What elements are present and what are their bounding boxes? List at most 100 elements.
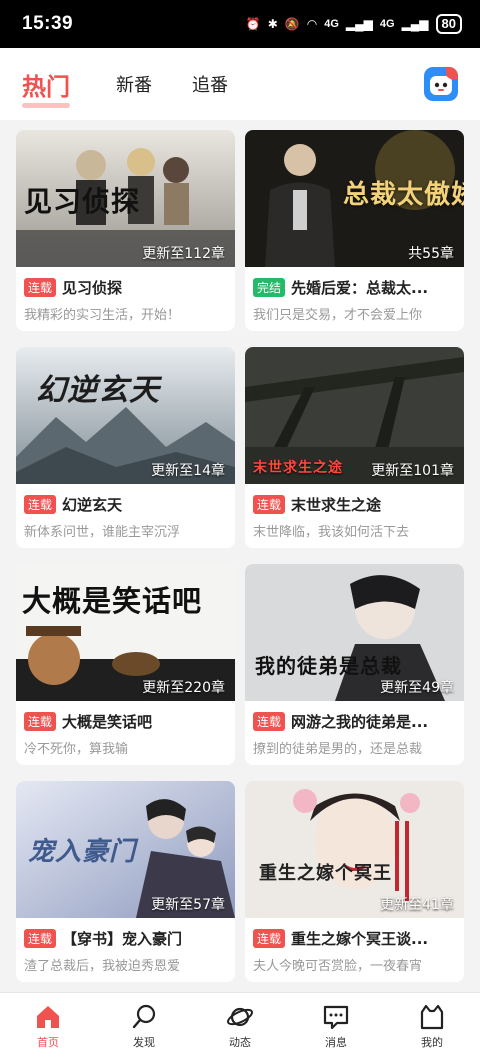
discover-icon xyxy=(132,1004,156,1028)
comic-cover[interactable]: 幻逆玄天 更新至14章 xyxy=(16,347,235,484)
comic-cover[interactable]: 重生之嫁个冥王 更新至41章 xyxy=(245,781,464,918)
status-bar: 15:39 ⏰ ✱ 🔕 ◠ 4G ▂▄▆ 4G ▂▄▆ 80 xyxy=(0,0,480,48)
cover-title: 幻逆玄天 xyxy=(36,373,160,408)
comic-card[interactable]: 幻逆玄天 更新至14章 连载 幻逆玄天 新体系问世，谁能主宰沉浮 xyxy=(16,347,235,548)
comic-cover[interactable]: 末世求生之途 更新至101章 xyxy=(245,347,464,484)
bottom-navigation: 首页 发现 动态 消息 我的 xyxy=(0,992,480,1058)
nav-discover[interactable]: 发现 xyxy=(96,993,192,1058)
status-badge: 完结 xyxy=(253,278,286,297)
signal-icon: ▂▄▆ xyxy=(345,17,373,31)
comic-description: 末世降临，我该如何活下去 xyxy=(253,525,410,540)
cover-title: 见习侦探 xyxy=(24,185,141,218)
comic-info: 连载 重生之嫁个冥王谈... 夫人今晚可否赏脸，一夜春宵 xyxy=(245,918,464,974)
comic-card[interactable]: 大概是笑话吧 更新至220章 连载 大概是笑话吧 冷不死你，算我输 xyxy=(16,564,235,765)
comic-title[interactable]: 先婚后爱：总裁太... xyxy=(291,277,428,298)
home-icon xyxy=(37,1005,59,1028)
status-icons: ⏰ ✱ 🔕 ◠ 4G ▂▄▆ 4G ▂▄▆ 80 xyxy=(246,14,462,34)
mascot-icon xyxy=(430,76,452,95)
comic-card[interactable]: 总裁太傲娇 共55章 完结 先婚后爱：总裁太... 我们只是交易，才不会爱上你 xyxy=(245,130,464,331)
comic-title[interactable]: 网游之我的徒弟是... xyxy=(291,711,428,732)
nav-profile[interactable]: 我的 xyxy=(384,993,480,1058)
comic-description: 渣了总裁后，我被迫秀恩爱 xyxy=(24,959,181,974)
comic-description: 我精彩的实习生活，开始！ xyxy=(24,308,181,323)
comic-card[interactable]: 重生之嫁个冥王 更新至41章 连载 重生之嫁个冥王谈... 夫人今晚可否赏脸，一… xyxy=(245,781,464,982)
nav-feed[interactable]: 动态 xyxy=(192,993,288,1058)
tab-label: 热门 xyxy=(22,72,70,101)
comic-info: 连载 网游之我的徒弟是... 撩到的徒弟是男的，还是总裁 xyxy=(245,701,464,757)
comic-description: 撩到的徒弟是男的，还是总裁 xyxy=(253,742,423,757)
comic-title[interactable]: 见习侦探 xyxy=(62,277,122,298)
network-1: 4G xyxy=(324,18,339,30)
nav-messages[interactable]: 消息 xyxy=(288,993,384,1058)
update-status: 更新至101章 xyxy=(371,463,454,479)
comic-title[interactable]: 重生之嫁个冥王谈... xyxy=(291,928,428,949)
comic-description: 冷不死你，算我输 xyxy=(24,742,129,757)
wifi-icon: ◠ xyxy=(306,17,318,31)
battery-level: 80 xyxy=(435,14,462,34)
cover-title: 总裁太傲娇 xyxy=(343,180,464,210)
cover-title: 宠入豪门 xyxy=(28,837,137,867)
comic-info: 完结 先婚后爱：总裁太... 我们只是交易，才不会爱上你 xyxy=(245,267,464,323)
message-icon xyxy=(323,1005,349,1029)
nav-home[interactable]: 首页 xyxy=(0,993,96,1058)
comic-title[interactable]: 大概是笑话吧 xyxy=(62,711,152,732)
comic-description: 新体系问世，谁能主宰沉浮 xyxy=(24,525,181,540)
comic-cover[interactable]: 宠入豪门 更新至57章 xyxy=(16,781,235,918)
top-tabs: 热门 新番 追番 xyxy=(0,48,480,120)
status-badge: 连载 xyxy=(24,712,57,731)
update-status: 更新至112章 xyxy=(142,246,225,262)
comic-cover[interactable]: 总裁太傲娇 共55章 xyxy=(245,130,464,267)
comic-info: 连载 末世求生之途 末世降临，我该如何活下去 xyxy=(245,484,464,540)
cover-title: 我的徒弟是总裁 xyxy=(255,654,402,678)
cover-title: 重生之嫁个冥王 xyxy=(259,863,392,884)
comic-cover[interactable]: 见习侦探 更新至112章 xyxy=(16,130,235,267)
comic-card[interactable]: 宠入豪门 更新至57章 连载 【穿书】宠入豪门 渣了总裁后，我被迫秀恩爱 xyxy=(16,781,235,982)
tab-follow[interactable]: 追番 xyxy=(192,71,228,97)
user-avatar-button[interactable] xyxy=(424,67,458,101)
nav-label: 发现 xyxy=(133,1035,155,1049)
nav-label: 动态 xyxy=(229,1035,251,1049)
comic-info: 连载 大概是笑话吧 冷不死你，算我输 xyxy=(16,701,235,757)
tab-indicator xyxy=(22,102,70,108)
tab-new[interactable]: 新番 xyxy=(116,71,152,97)
comic-info: 连载 幻逆玄天 新体系问世，谁能主宰沉浮 xyxy=(16,484,235,540)
comic-card[interactable]: 见习侦探 更新至112章 连载 见习侦探 我精彩的实习生活，开始！ xyxy=(16,130,235,331)
comic-cover[interactable]: 我的徒弟是总裁 更新至49章 xyxy=(245,564,464,701)
update-status: 共55章 xyxy=(408,246,454,262)
network-2: 4G xyxy=(379,18,395,30)
cover-title: 大概是笑话吧 xyxy=(22,584,203,618)
comic-card[interactable]: 我的徒弟是总裁 更新至49章 连载 网游之我的徒弟是... 撩到的徒弟是男的，还… xyxy=(245,564,464,765)
comic-description: 夫人今晚可否赏脸，一夜春宵 xyxy=(253,959,423,974)
tab-hot[interactable]: 热门 xyxy=(22,67,70,108)
nav-label: 首页 xyxy=(37,1035,59,1049)
bluetooth-icon: ✱ xyxy=(267,17,278,31)
update-status: 更新至220章 xyxy=(142,680,225,696)
alarm-icon: ⏰ xyxy=(245,17,261,31)
comic-title[interactable]: 末世求生之途 xyxy=(291,494,381,515)
clock: 15:39 xyxy=(22,13,74,34)
status-badge: 连载 xyxy=(253,712,286,731)
mute-icon: 🔕 xyxy=(284,17,300,31)
update-status: 更新至49章 xyxy=(380,680,454,696)
comic-title[interactable]: 【穿书】宠入豪门 xyxy=(62,928,182,949)
nav-label: 我的 xyxy=(421,1035,443,1049)
status-badge: 连载 xyxy=(253,929,286,948)
comic-card[interactable]: 末世求生之途 更新至101章 连载 末世求生之途 末世降临，我该如何活下去 xyxy=(245,347,464,548)
comic-description: 我们只是交易，才不会爱上你 xyxy=(253,308,423,323)
signal-icon-2: ▂▄▆ xyxy=(401,17,429,31)
comic-title[interactable]: 幻逆玄天 xyxy=(62,494,122,515)
status-badge: 连载 xyxy=(253,495,286,514)
status-badge: 连载 xyxy=(24,278,57,297)
update-status: 更新至57章 xyxy=(151,897,225,913)
status-badge: 连载 xyxy=(24,495,57,514)
status-badge: 连载 xyxy=(24,929,57,948)
comic-grid: 见习侦探 更新至112章 连载 见习侦探 我精彩的实习生活，开始！ 总裁太傲娇 … xyxy=(16,130,464,982)
comic-cover[interactable]: 大概是笑话吧 更新至220章 xyxy=(16,564,235,701)
nav-label: 消息 xyxy=(325,1035,347,1049)
comic-info: 连载 【穿书】宠入豪门 渣了总裁后，我被迫秀恩爱 xyxy=(16,918,235,974)
update-status: 更新至41章 xyxy=(380,897,454,913)
comic-info: 连载 见习侦探 我精彩的实习生活，开始！ xyxy=(16,267,235,323)
update-status: 更新至14章 xyxy=(151,463,225,479)
planet-icon xyxy=(227,1007,253,1026)
profile-icon xyxy=(420,1004,444,1029)
